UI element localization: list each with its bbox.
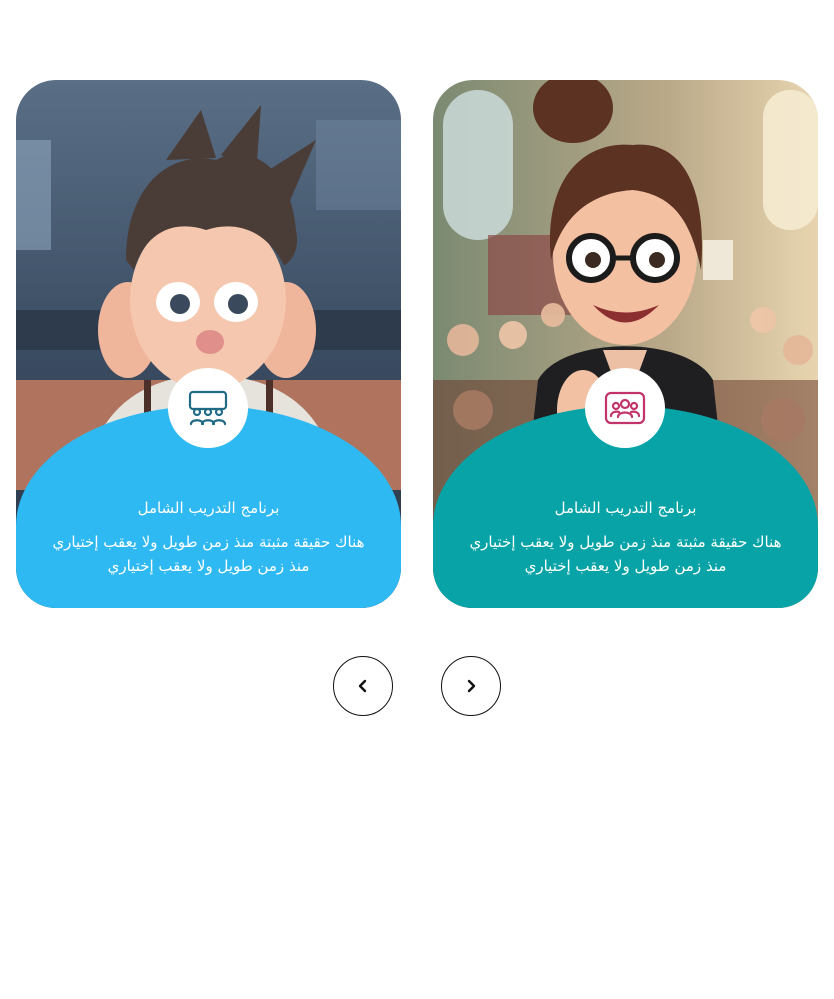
group-icon bbox=[604, 391, 646, 425]
card-title: برنامج التدريب الشامل bbox=[554, 499, 697, 517]
card-icon-badge bbox=[168, 368, 248, 448]
card-description: هناك حقيقة مثبتة منذ زمن طويل ولا يعقب إ… bbox=[469, 533, 782, 575]
card-description: هناك حقيقة مثبتة منذ زمن طويل ولا يعقب إ… bbox=[52, 533, 365, 575]
chevron-left-icon bbox=[358, 679, 367, 693]
carousel-next-button[interactable] bbox=[441, 656, 501, 716]
programs-carousel: برنامج التدريب الشامل هناك حقيقة مثبتة م… bbox=[0, 0, 834, 999]
program-card[interactable]: برنامج التدريب الشامل هناك حقيقة مثبتة م… bbox=[433, 80, 818, 608]
carousel-prev-button[interactable] bbox=[333, 656, 393, 716]
classroom-icon bbox=[188, 390, 228, 426]
card-title: برنامج التدريب الشامل bbox=[137, 499, 280, 517]
program-card[interactable]: برنامج التدريب الشامل هناك حقيقة مثبتة م… bbox=[16, 80, 401, 608]
card-icon-badge bbox=[585, 368, 665, 448]
chevron-right-icon bbox=[467, 679, 476, 693]
